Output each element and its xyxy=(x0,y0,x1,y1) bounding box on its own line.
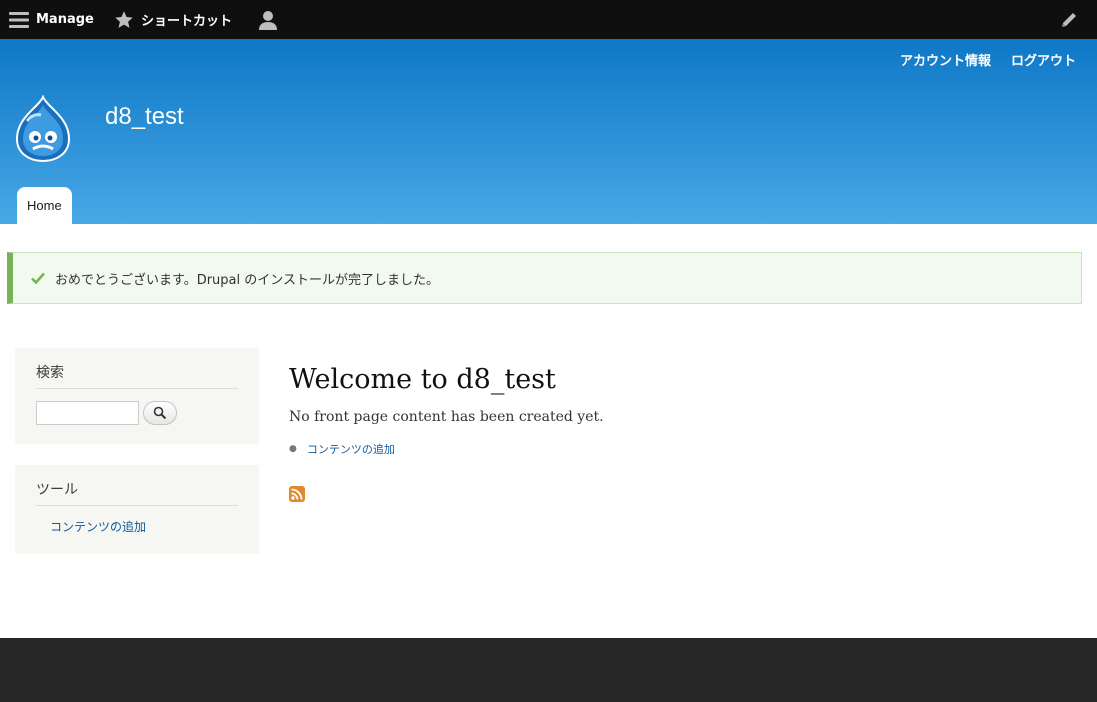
site-footer xyxy=(0,638,1097,702)
drupal-logo[interactable] xyxy=(13,95,73,165)
search-input[interactable] xyxy=(36,401,139,425)
shortcuts-menu-button[interactable]: ショートカット xyxy=(114,0,232,39)
admin-toolbar: Manage ショートカット xyxy=(0,0,1097,39)
add-content-link[interactable]: コンテンツの追加 xyxy=(50,518,238,535)
search-form xyxy=(36,401,238,425)
tools-block: ツール コンテンツの追加 xyxy=(15,465,259,554)
check-icon xyxy=(31,272,45,284)
rss-icon[interactable] xyxy=(289,486,305,502)
shortcuts-label: ショートカット xyxy=(141,14,233,29)
search-button[interactable] xyxy=(143,401,177,425)
list-item: ● コンテンツの追加 xyxy=(289,441,395,457)
account-menu: アカウント情報 ログアウト xyxy=(900,50,1076,69)
status-text: おめでとうございます。Drupal のインストールが完了しました。 xyxy=(55,272,439,288)
account-link[interactable]: アカウント情報 xyxy=(900,50,991,69)
search-block-title: 検索 xyxy=(36,362,238,389)
star-icon xyxy=(115,10,133,28)
tools-block-title: ツール xyxy=(36,479,238,506)
user-icon xyxy=(259,10,277,30)
add-content-link-main[interactable]: コンテンツの追加 xyxy=(307,441,395,457)
site-name[interactable]: d8_test xyxy=(105,103,184,131)
site-header: アカウント情報 ログアウト d8_test Home xyxy=(0,39,1097,224)
pencil-icon xyxy=(1062,12,1076,27)
manage-label: Manage xyxy=(36,12,94,27)
logout-link[interactable]: ログアウト xyxy=(1011,50,1076,69)
content-links: ● コンテンツの追加 xyxy=(289,441,395,457)
main-menu: Home xyxy=(17,187,72,224)
bullet-icon: ● xyxy=(289,444,297,454)
search-icon xyxy=(153,406,167,420)
status-message: おめでとうございます。Drupal のインストールが完了しました。 xyxy=(7,252,1082,304)
manage-menu-button[interactable]: Manage xyxy=(9,0,94,39)
edit-mode-button[interactable] xyxy=(1060,0,1078,39)
hamburger-icon xyxy=(9,11,29,28)
page-title: Welcome to d8_test xyxy=(289,364,556,395)
user-menu-button[interactable] xyxy=(258,0,278,39)
tab-home[interactable]: Home xyxy=(17,187,72,224)
search-block: 検索 xyxy=(15,348,259,444)
intro-text: No front page content has been created y… xyxy=(289,409,604,425)
